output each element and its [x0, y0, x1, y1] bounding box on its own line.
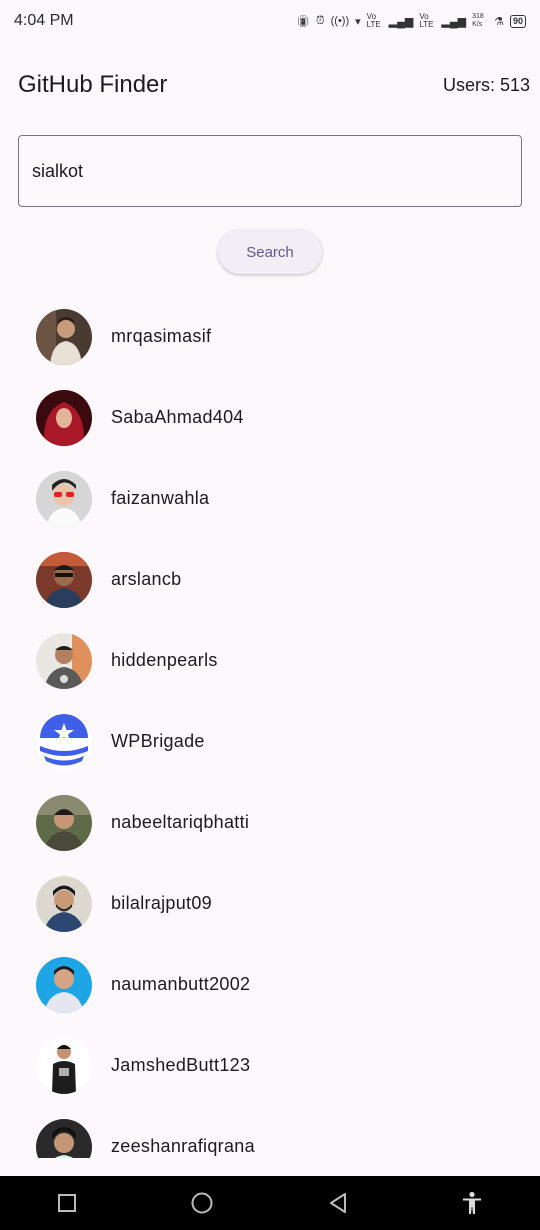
avatar [36, 551, 92, 608]
data-speed: 318 K/s [472, 13, 484, 28]
network-label-2: Vo LTE [419, 12, 434, 29]
list-item[interactable]: arslancb [0, 539, 540, 620]
page-title: GitHub Finder [18, 71, 168, 98]
battery-icon: 90 [509, 14, 526, 28]
alarm-icon: ⏰︎ [316, 14, 325, 27]
list-item[interactable]: nabeeltariqbhatti [0, 782, 540, 863]
username: arslancb [111, 569, 182, 589]
system-nav-bar [0, 1176, 540, 1230]
avatar [36, 713, 92, 770]
avatar [36, 308, 92, 365]
search-button[interactable]: Search [218, 230, 322, 274]
username: JamshedButt123 [111, 1055, 251, 1075]
hotspot-icon: ((•)) [330, 15, 350, 27]
list-item[interactable]: faizanwahla [0, 458, 540, 539]
accessibility-icon[interactable] [461, 1191, 483, 1215]
vibrate-icon: 📳︎ [296, 15, 311, 28]
avatar [36, 1037, 92, 1094]
avatar [36, 875, 92, 932]
username: WPBrigade [111, 731, 205, 751]
username: naumanbutt2002 [111, 974, 251, 994]
list-item[interactable]: JamshedButt123 [0, 1025, 540, 1106]
home-icon[interactable] [190, 1191, 214, 1215]
list-item[interactable]: WPBrigade [0, 701, 540, 782]
user-list[interactable]: mrqasimasif SabaAhmad404 faizanwahla ars… [0, 296, 540, 1158]
recent-apps-icon[interactable] [57, 1193, 77, 1213]
list-item[interactable]: naumanbutt2002 [0, 944, 540, 1025]
flask-icon: ⚗︎ [494, 15, 504, 28]
list-item[interactable]: mrqasimasif [0, 296, 540, 377]
list-item[interactable]: zeeshanrafiqrana [0, 1106, 540, 1158]
list-item[interactable]: bilalrajput09 [0, 863, 540, 944]
status-time: 4:04 PM [14, 12, 74, 29]
list-item[interactable]: hiddenpearls [0, 620, 540, 701]
username: zeeshanrafiqrana [111, 1136, 255, 1156]
signal-icon: ▂▄▆ [441, 15, 467, 28]
wifi-icon: ▾ [355, 15, 361, 28]
username: faizanwahla [111, 488, 210, 508]
status-bar: 4:04 PM 📳︎ ⏰︎ ((•)) ▾ Vo LTE ▂▄▆ Vo LTE … [0, 0, 540, 42]
network-label-1: Vo LTE [366, 12, 381, 29]
username: bilalrajput09 [111, 893, 212, 913]
username: nabeeltariqbhatti [111, 812, 250, 832]
avatar [36, 956, 92, 1013]
search-field[interactable] [18, 135, 522, 207]
list-item[interactable]: SabaAhmad404 [0, 377, 540, 458]
status-icons: 📳︎ ⏰︎ ((•)) ▾ Vo LTE ▂▄▆ Vo LTE ▂▄▆ 318 … [296, 13, 526, 29]
avatar [36, 632, 92, 689]
avatar [36, 470, 92, 527]
search-input[interactable] [32, 160, 508, 182]
username: mrqasimasif [111, 326, 212, 346]
avatar [36, 794, 92, 851]
avatar [36, 1118, 92, 1158]
app-bar: GitHub Finder Users: 513 [18, 62, 530, 108]
username: SabaAhmad404 [111, 407, 244, 427]
username: hiddenpearls [111, 650, 218, 670]
user-count: Users: 513 [442, 74, 530, 95]
signal-icon: ▂▄▆ [388, 15, 414, 28]
avatar [36, 389, 92, 446]
back-icon[interactable] [328, 1192, 348, 1214]
